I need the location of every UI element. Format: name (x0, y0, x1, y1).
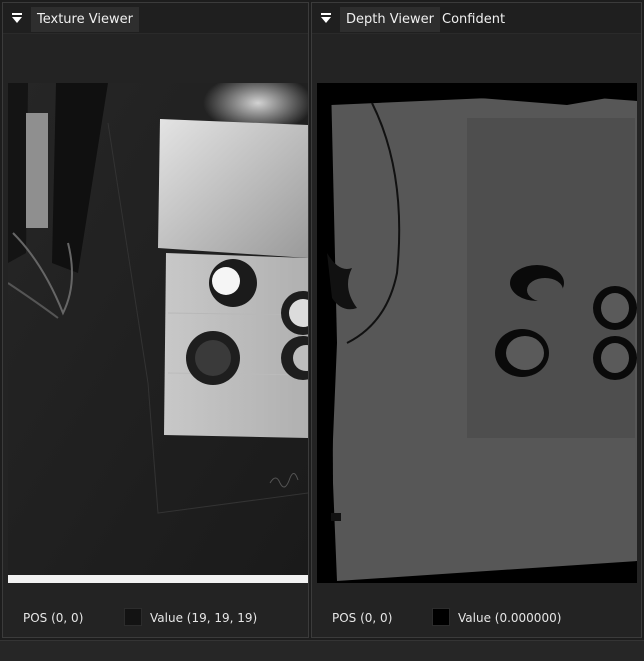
depth-pos-readout: POS (0, 0) (332, 611, 393, 625)
texture-status-bar: POS (0, 0) Value (19, 19, 19) (3, 601, 308, 631)
tab-depth-viewer[interactable]: Depth Viewer (340, 7, 440, 32)
depth-status-bar: POS (0, 0) Value (0.000000) (312, 601, 641, 631)
texture-viewer-tabbar: Texture Viewer (3, 3, 308, 34)
texture-image (8, 83, 308, 583)
depth-viewer-tabbar: Depth Viewer Confident (312, 3, 641, 34)
depth-value-readout: Value (0.000000) (458, 611, 562, 625)
depth-image (317, 83, 637, 583)
depth-image-viewport[interactable] (317, 83, 637, 583)
texture-value-readout: Value (19, 19, 19) (150, 611, 258, 625)
tab-texture-viewer[interactable]: Texture Viewer (31, 7, 139, 32)
bottom-status-strip (0, 640, 644, 661)
collapse-icon[interactable] (318, 10, 334, 26)
depth-value-swatch (432, 608, 450, 626)
tab-confident[interactable]: Confident (436, 7, 511, 32)
texture-pos-readout: POS (0, 0) (23, 611, 84, 625)
texture-image-viewport[interactable] (8, 83, 308, 583)
collapse-icon[interactable] (9, 10, 25, 26)
depth-viewer-panel: Depth Viewer Confident POS (0, 0) Value … (311, 2, 642, 638)
texture-value-swatch (124, 608, 142, 626)
texture-viewer-panel: Texture Viewer POS (0, 0) Value (19, 19,… (2, 2, 309, 638)
